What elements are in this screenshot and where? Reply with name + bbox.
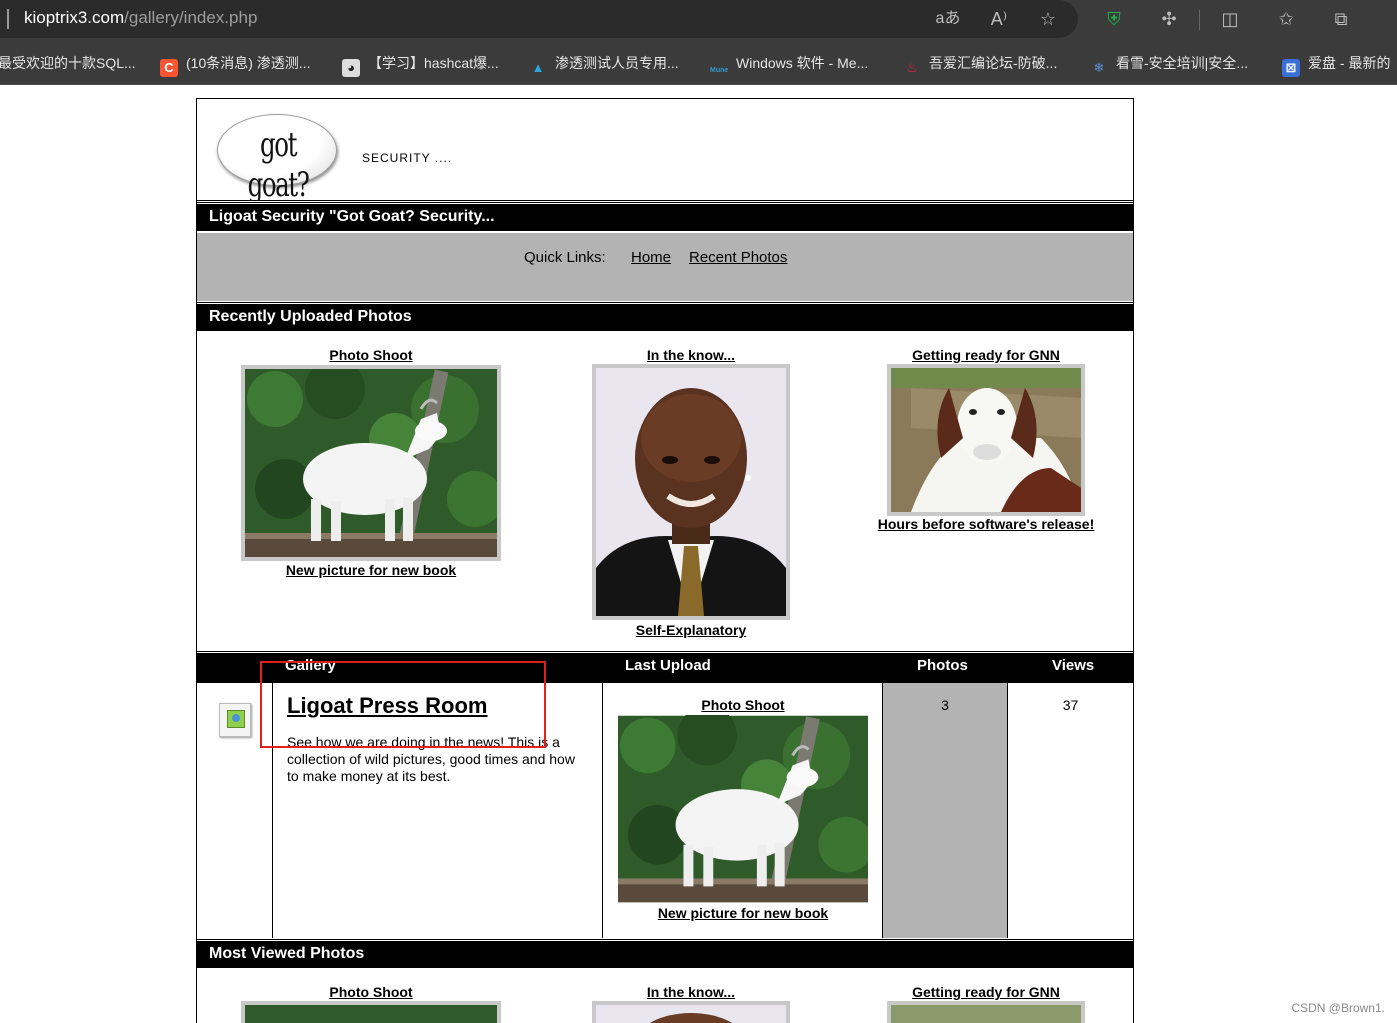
bookmark-label: 渗透测试人员专用... xyxy=(555,55,679,71)
bookmark-item[interactable]: 最受欢迎的十款SQL... xyxy=(0,53,136,73)
translate-icon[interactable]: aあ xyxy=(935,7,961,31)
browser-toolbar: kioptrix3.com/gallery/index.php aあ A⁾ ☆ … xyxy=(0,0,1397,42)
recent-heading: Recently Uploaded Photos xyxy=(209,308,412,325)
column-divider xyxy=(1007,683,1008,939)
bookmark-item[interactable]: ◕ 【学习】hashcat爆... xyxy=(342,53,499,77)
views-count: 37 xyxy=(1062,697,1079,713)
home-link[interactable]: Home xyxy=(631,249,671,266)
man-portrait-image xyxy=(596,368,786,616)
recent-heading-bar: Recently Uploaded Photos xyxy=(197,301,1133,331)
aipan-icon: ⊠ xyxy=(1282,59,1300,77)
photo-title-link[interactable]: Photo Shoot xyxy=(326,984,416,1000)
gallery-page: got goat? SECURITY .... Ligoat Security … xyxy=(196,98,1134,1023)
photo-thumbnail[interactable] xyxy=(241,365,501,561)
title-bar: Ligoat Security "Got Goat? Security... xyxy=(197,201,1133,231)
bookmark-item[interactable]: C (10条消息) 渗透测... xyxy=(160,53,311,77)
photo-thumbnail[interactable] xyxy=(887,364,1085,516)
most-viewed-heading: Most Viewed Photos xyxy=(209,945,365,962)
split-screen-icon[interactable]: ◫ xyxy=(1217,7,1243,31)
triangle-logo-icon: ▲ xyxy=(531,60,545,75)
read-aloud-icon[interactable]: A⁾ xyxy=(986,7,1012,31)
site-header: got goat? SECURITY .... xyxy=(197,99,1133,205)
most-viewed-heading-bar: Most Viewed Photos xyxy=(197,938,1133,968)
csdn-icon: C xyxy=(160,59,178,77)
photo-title-link[interactable]: Getting ready for GNN xyxy=(897,984,1075,1000)
url-path: /gallery/index.php xyxy=(124,8,258,27)
extensions-icon[interactable]: ✣ xyxy=(1156,7,1182,31)
bookmark-label: 吾爱汇编论坛-防破... xyxy=(929,55,1058,71)
favorites-icon[interactable]: ✩ xyxy=(1273,7,1299,31)
site-title: Ligoat Security "Got Goat? Security... xyxy=(209,208,495,225)
bookmark-label: 爱盘 - 最新的 xyxy=(1308,55,1391,71)
url-host: kioptrix3.com xyxy=(24,8,125,27)
quick-links: Quick Links: Home Recent Photos xyxy=(197,233,1133,301)
bookmark-label: 看雪-安全培训|安全... xyxy=(1116,55,1248,71)
photo-caption-link[interactable]: New picture for new book xyxy=(241,562,501,578)
bookmark-item[interactable]: ▲ 渗透测试人员专用... xyxy=(529,53,679,75)
watermark: CSDN @Brown1. xyxy=(1291,1001,1385,1015)
photo-title-link[interactable]: In the know... xyxy=(617,347,765,363)
got-goat-logo[interactable]: got goat? xyxy=(217,114,337,205)
address-separator xyxy=(7,9,9,29)
photo-title-link[interactable]: In the know... xyxy=(617,984,765,1000)
bookmark-label: 最受欢迎的十款SQL... xyxy=(0,55,136,71)
column-divider xyxy=(882,683,883,939)
recent-photos-link[interactable]: Recent Photos xyxy=(689,249,787,266)
cat-icon: ◕ xyxy=(342,59,360,77)
brown-goat-image xyxy=(891,1005,1081,1023)
quick-links-label: Quick Links: xyxy=(524,249,606,266)
meme-logo-icon: Mune xyxy=(710,67,729,74)
white-goat-image xyxy=(245,369,497,557)
last-upload-thumbnail[interactable] xyxy=(618,715,868,903)
white-goat-image xyxy=(245,1005,497,1023)
logo-text: got goat? xyxy=(247,125,310,205)
last-upload-column-header: Last Upload xyxy=(625,657,711,674)
shield-check-icon[interactable]: ⛨ xyxy=(1101,7,1127,31)
photo-thumbnail[interactable] xyxy=(592,364,790,620)
bookmark-label: Windows 软件 - Me... xyxy=(736,55,869,71)
views-column-header: Views xyxy=(1052,657,1095,674)
man-portrait-image xyxy=(596,1005,786,1023)
white-goat-image xyxy=(618,715,868,903)
photos-column-header: Photos xyxy=(917,657,968,674)
bookmark-item[interactable]: ♨ 吾爱汇编论坛-防破... xyxy=(903,53,1058,75)
photo-caption-link[interactable]: Self-Explanatory xyxy=(592,622,790,638)
bookmark-item[interactable]: Mune Windows 软件 - Me... xyxy=(710,53,869,74)
collections-icon[interactable]: ⧉ xyxy=(1328,7,1354,31)
photo-thumbnail[interactable] xyxy=(592,1001,790,1023)
photo-thumbnail[interactable] xyxy=(887,1001,1085,1023)
bookmark-item[interactable]: ⊠ 爱盘 - 最新的 xyxy=(1282,53,1391,77)
photos-count: 3 xyxy=(941,697,949,713)
snowflake-icon: ❄ xyxy=(1093,60,1105,75)
last-upload-caption-link[interactable]: New picture for new book xyxy=(603,905,883,921)
bookmark-label: 【学习】hashcat爆... xyxy=(368,55,499,71)
52pojie-icon: ♨ xyxy=(906,60,918,75)
address-bar[interactable]: kioptrix3.com/gallery/index.php aあ A⁾ ☆ xyxy=(0,0,1078,38)
site-tagline: SECURITY .... xyxy=(362,151,453,165)
photo-caption-link[interactable]: Hours before software's release! xyxy=(857,516,1115,532)
photo-thumbnail[interactable] xyxy=(241,1001,501,1023)
bookmarks-bar: 最受欢迎的十款SQL... C (10条消息) 渗透测... ◕ 【学习】hashc… xyxy=(0,42,1397,85)
toolbar-divider xyxy=(1199,10,1200,30)
photos-cell-background xyxy=(883,683,1007,939)
column-divider xyxy=(602,683,603,939)
brown-goat-image xyxy=(891,368,1081,512)
url-text[interactable]: kioptrix3.com/gallery/index.php xyxy=(24,8,257,28)
favorite-star-icon[interactable]: ☆ xyxy=(1035,7,1061,31)
photo-title-link[interactable]: Getting ready for GNN xyxy=(897,347,1075,363)
gallery-thumbnail-icon[interactable] xyxy=(219,703,251,737)
photo-title-link[interactable]: Photo Shoot xyxy=(326,347,416,363)
bookmark-item[interactable]: ❄ 看雪-安全培训|安全... xyxy=(1090,53,1248,75)
last-upload-title-link[interactable]: Photo Shoot xyxy=(603,697,883,713)
highlight-annotation-box xyxy=(260,661,546,748)
bookmark-label: (10条消息) 渗透测... xyxy=(186,55,311,71)
